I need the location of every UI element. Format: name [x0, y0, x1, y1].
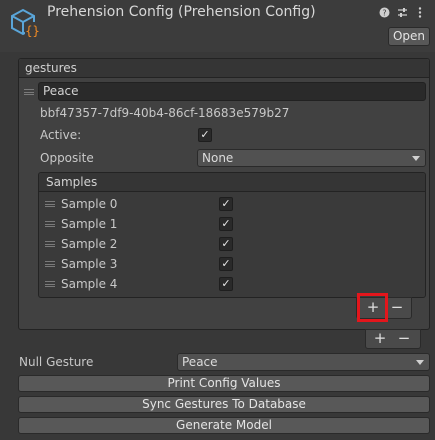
- print-config-button[interactable]: Print Config Values: [18, 375, 430, 392]
- more-menu-icon[interactable]: [414, 6, 426, 18]
- remove-sample-button[interactable]: −: [387, 298, 407, 318]
- sample-label: Sample 4: [61, 277, 118, 291]
- svg-text:?: ?: [382, 8, 386, 17]
- remove-gesture-button[interactable]: −: [394, 329, 414, 349]
- drag-handle-icon[interactable]: [45, 201, 55, 207]
- scriptable-object-icon: {}: [11, 8, 40, 38]
- opposite-dropdown[interactable]: None: [197, 149, 426, 167]
- active-checkbox[interactable]: ✓: [198, 128, 212, 142]
- gestures-header[interactable]: gestures: [19, 59, 429, 78]
- settings-sliders-icon[interactable]: [396, 6, 408, 18]
- open-button[interactable]: Open: [388, 27, 430, 46]
- opposite-label: Opposite: [40, 151, 94, 165]
- samples-header[interactable]: Samples: [39, 173, 425, 192]
- drag-handle-icon[interactable]: [24, 89, 34, 95]
- active-label: Active:: [40, 128, 82, 142]
- drag-handle-icon[interactable]: [45, 241, 55, 247]
- help-icon[interactable]: ?: [378, 6, 390, 18]
- sample-checkbox[interactable]: ✓: [219, 257, 233, 271]
- drag-handle-icon[interactable]: [45, 281, 55, 287]
- opposite-value: None: [202, 151, 234, 165]
- svg-text:{}: {}: [25, 24, 39, 38]
- sample-checkbox[interactable]: ✓: [219, 277, 233, 291]
- inspector-header: {} Prehension Config (Prehension Config)…: [0, 0, 435, 52]
- chevron-down-icon: [412, 156, 420, 161]
- gesture-guid: bbf47357-7df9-40b4-86cf-18683e579b27: [40, 106, 290, 120]
- inspector-title: Prehension Config (Prehension Config): [47, 4, 316, 20]
- null-gesture-dropdown[interactable]: Peace: [177, 353, 430, 371]
- generate-model-button[interactable]: Generate Model: [18, 417, 430, 434]
- sample-checkbox[interactable]: ✓: [219, 237, 233, 251]
- sample-label: Sample 2: [61, 237, 118, 251]
- drag-handle-icon[interactable]: [45, 261, 55, 267]
- sample-checkbox[interactable]: ✓: [219, 217, 233, 231]
- highlight-box: [357, 293, 388, 322]
- sample-label: Sample 3: [61, 257, 118, 271]
- null-gesture-label: Null Gesture: [19, 355, 94, 369]
- sync-gestures-button[interactable]: Sync Gestures To Database: [18, 396, 430, 413]
- sample-label: Sample 1: [61, 217, 118, 231]
- chevron-down-icon: [416, 360, 424, 365]
- sample-label: Sample 0: [61, 197, 118, 211]
- gesture-name-field[interactable]: Peace: [38, 82, 426, 101]
- drag-handle-icon[interactable]: [45, 221, 55, 227]
- add-gesture-button[interactable]: +: [370, 329, 390, 349]
- sample-checkbox[interactable]: ✓: [219, 197, 233, 211]
- null-gesture-value: Peace: [182, 355, 218, 369]
